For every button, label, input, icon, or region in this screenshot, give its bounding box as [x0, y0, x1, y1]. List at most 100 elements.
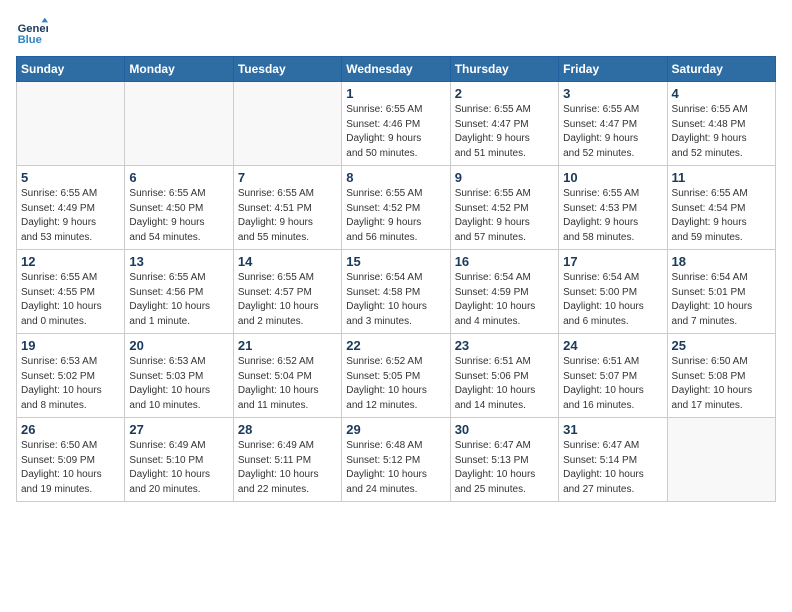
calendar-day-cell: 3 Sunrise: 6:55 AM Sunset: 4:47 PM Daylig…	[559, 82, 667, 166]
day-number: 9	[455, 170, 554, 185]
day-number: 26	[21, 422, 120, 437]
day-number: 8	[346, 170, 445, 185]
day-info: Sunrise: 6:54 AM Sunset: 4:59 PM Dayligh…	[455, 271, 554, 329]
day-number: 3	[563, 86, 662, 101]
day-number: 24	[563, 338, 662, 353]
day-of-week-header: Sunday	[17, 57, 125, 82]
svg-text:Blue: Blue	[18, 34, 42, 46]
calendar-day-cell: 1 Sunrise: 6:55 AM Sunset: 4:46 PM Daylig…	[342, 82, 450, 166]
calendar-day-cell: 25 Sunrise: 6:50 AM Sunset: 5:08 PM Dayli…	[667, 334, 775, 418]
day-number: 31	[563, 422, 662, 437]
day-number: 22	[346, 338, 445, 353]
calendar-day-cell	[667, 418, 775, 502]
calendar-week-row: 1 Sunrise: 6:55 AM Sunset: 4:46 PM Daylig…	[17, 82, 776, 166]
calendar-day-cell: 22Sunrise: 6:52 AM Sunset: 5:05 PM Dayli…	[342, 334, 450, 418]
calendar-day-cell: 9 Sunrise: 6:55 AM Sunset: 4:52 PM Daylig…	[450, 166, 558, 250]
calendar-day-cell: 19 Sunrise: 6:53 AM Sunset: 5:02 PM Dayli…	[17, 334, 125, 418]
day-info: Sunrise: 6:51 AM Sunset: 5:07 PM Dayligh…	[563, 355, 662, 413]
day-number: 16	[455, 254, 554, 269]
day-info: Sunrise: 6:55 AM Sunset: 4:55 PM Dayligh…	[21, 271, 120, 329]
day-of-week-header: Friday	[559, 57, 667, 82]
day-info: Sunrise: 6:54 AM Sunset: 5:00 PM Dayligh…	[563, 271, 662, 329]
day-number: 21	[238, 338, 337, 353]
day-number: 2	[455, 86, 554, 101]
day-info: Sunrise: 6:55 AM Sunset: 4:52 PM Dayligh…	[455, 187, 554, 245]
calendar-day-cell: 31 Sunrise: 6:47 AM Sunset: 5:14 PM Dayli…	[559, 418, 667, 502]
day-info: Sunrise: 6:53 AM Sunset: 5:02 PM Dayligh…	[21, 355, 120, 413]
day-info: Sunrise: 6:50 AM Sunset: 5:08 PM Dayligh…	[672, 355, 771, 413]
day-info: Sunrise: 6:52 AM Sunset: 5:04 PM Dayligh…	[238, 355, 337, 413]
day-info: Sunrise: 6:49 AM Sunset: 5:11 PM Dayligh…	[238, 439, 337, 497]
day-number: 27	[129, 422, 228, 437]
day-number: 14	[238, 254, 337, 269]
day-of-week-header: Saturday	[667, 57, 775, 82]
day-info: Sunrise: 6:51 AM Sunset: 5:06 PM Dayligh…	[455, 355, 554, 413]
day-info: Sunrise: 6:53 AM Sunset: 5:03 PM Dayligh…	[129, 355, 228, 413]
calendar-header-row: SundayMondayTuesdayWednesdayThursdayFrid…	[17, 57, 776, 82]
calendar-day-cell: 27Sunrise: 6:49 AM Sunset: 5:10 PM Dayli…	[125, 418, 233, 502]
day-info: Sunrise: 6:55 AM Sunset: 4:52 PM Dayligh…	[346, 187, 445, 245]
day-info: Sunrise: 6:55 AM Sunset: 4:47 PM Dayligh…	[455, 103, 554, 161]
day-number: 12	[21, 254, 120, 269]
day-of-week-header: Wednesday	[342, 57, 450, 82]
day-info: Sunrise: 6:48 AM Sunset: 5:12 PM Dayligh…	[346, 439, 445, 497]
day-info: Sunrise: 6:55 AM Sunset: 4:49 PM Dayligh…	[21, 187, 120, 245]
day-number: 4	[672, 86, 771, 101]
calendar-day-cell	[125, 82, 233, 166]
calendar-day-cell: 5 Sunrise: 6:55 AM Sunset: 4:49 PM Daylig…	[17, 166, 125, 250]
day-of-week-header: Monday	[125, 57, 233, 82]
calendar-day-cell	[233, 82, 341, 166]
day-info: Sunrise: 6:55 AM Sunset: 4:48 PM Dayligh…	[672, 103, 771, 161]
calendar-day-cell: 16 Sunrise: 6:54 AM Sunset: 4:59 PM Dayli…	[450, 250, 558, 334]
day-info: Sunrise: 6:55 AM Sunset: 4:46 PM Dayligh…	[346, 103, 445, 161]
day-number: 1	[346, 86, 445, 101]
page-header: General Blue	[16, 16, 776, 48]
day-number: 7	[238, 170, 337, 185]
calendar-day-cell: 2 Sunrise: 6:55 AM Sunset: 4:47 PM Daylig…	[450, 82, 558, 166]
calendar-week-row: 26 Sunrise: 6:50 AM Sunset: 5:09 PM Dayli…	[17, 418, 776, 502]
calendar-day-cell: 10 Sunrise: 6:55 AM Sunset: 4:53 PM Dayli…	[559, 166, 667, 250]
calendar-day-cell: 23Sunrise: 6:51 AM Sunset: 5:06 PM Dayli…	[450, 334, 558, 418]
day-number: 10	[563, 170, 662, 185]
logo-icon: General Blue	[16, 16, 48, 48]
day-info: Sunrise: 6:47 AM Sunset: 5:14 PM Dayligh…	[563, 439, 662, 497]
day-number: 17	[563, 254, 662, 269]
svg-text:General: General	[18, 23, 48, 35]
day-number: 25	[672, 338, 771, 353]
calendar-week-row: 19 Sunrise: 6:53 AM Sunset: 5:02 PM Dayli…	[17, 334, 776, 418]
day-info: Sunrise: 6:55 AM Sunset: 4:47 PM Dayligh…	[563, 103, 662, 161]
calendar-week-row: 5 Sunrise: 6:55 AM Sunset: 4:49 PM Daylig…	[17, 166, 776, 250]
calendar-day-cell: 17 Sunrise: 6:54 AM Sunset: 5:00 PM Dayli…	[559, 250, 667, 334]
calendar-day-cell: 13Sunrise: 6:55 AM Sunset: 4:56 PM Dayli…	[125, 250, 233, 334]
day-number: 15	[346, 254, 445, 269]
day-number: 5	[21, 170, 120, 185]
calendar-day-cell: 14 Sunrise: 6:55 AM Sunset: 4:57 PM Dayli…	[233, 250, 341, 334]
calendar-day-cell: 6Sunrise: 6:55 AM Sunset: 4:50 PM Daylig…	[125, 166, 233, 250]
day-number: 29	[346, 422, 445, 437]
day-info: Sunrise: 6:55 AM Sunset: 4:53 PM Dayligh…	[563, 187, 662, 245]
calendar-day-cell: 15 Sunrise: 6:54 AM Sunset: 4:58 PM Dayli…	[342, 250, 450, 334]
calendar-week-row: 12 Sunrise: 6:55 AM Sunset: 4:55 PM Dayli…	[17, 250, 776, 334]
calendar-table: SundayMondayTuesdayWednesdayThursdayFrid…	[16, 56, 776, 502]
day-number: 30	[455, 422, 554, 437]
calendar-day-cell: 21 Sunrise: 6:52 AM Sunset: 5:04 PM Dayli…	[233, 334, 341, 418]
calendar-day-cell: 30 Sunrise: 6:47 AM Sunset: 5:13 PM Dayli…	[450, 418, 558, 502]
day-info: Sunrise: 6:55 AM Sunset: 4:57 PM Dayligh…	[238, 271, 337, 329]
calendar-day-cell: 12 Sunrise: 6:55 AM Sunset: 4:55 PM Dayli…	[17, 250, 125, 334]
day-info: Sunrise: 6:47 AM Sunset: 5:13 PM Dayligh…	[455, 439, 554, 497]
day-number: 20	[129, 338, 228, 353]
calendar-day-cell: 4 Sunrise: 6:55 AM Sunset: 4:48 PM Daylig…	[667, 82, 775, 166]
calendar-day-cell: 26 Sunrise: 6:50 AM Sunset: 5:09 PM Dayli…	[17, 418, 125, 502]
calendar-day-cell: 29 Sunrise: 6:48 AM Sunset: 5:12 PM Dayli…	[342, 418, 450, 502]
day-info: Sunrise: 6:55 AM Sunset: 4:54 PM Dayligh…	[672, 187, 771, 245]
day-info: Sunrise: 6:55 AM Sunset: 4:50 PM Dayligh…	[129, 187, 228, 245]
calendar-day-cell: 11Sunrise: 6:55 AM Sunset: 4:54 PM Dayli…	[667, 166, 775, 250]
calendar-day-cell: 20 Sunrise: 6:53 AM Sunset: 5:03 PM Dayli…	[125, 334, 233, 418]
day-info: Sunrise: 6:54 AM Sunset: 4:58 PM Dayligh…	[346, 271, 445, 329]
day-number: 19	[21, 338, 120, 353]
day-number: 28	[238, 422, 337, 437]
day-info: Sunrise: 6:55 AM Sunset: 4:56 PM Dayligh…	[129, 271, 228, 329]
day-of-week-header: Tuesday	[233, 57, 341, 82]
day-info: Sunrise: 6:50 AM Sunset: 5:09 PM Dayligh…	[21, 439, 120, 497]
calendar-day-cell: 8 Sunrise: 6:55 AM Sunset: 4:52 PM Daylig…	[342, 166, 450, 250]
